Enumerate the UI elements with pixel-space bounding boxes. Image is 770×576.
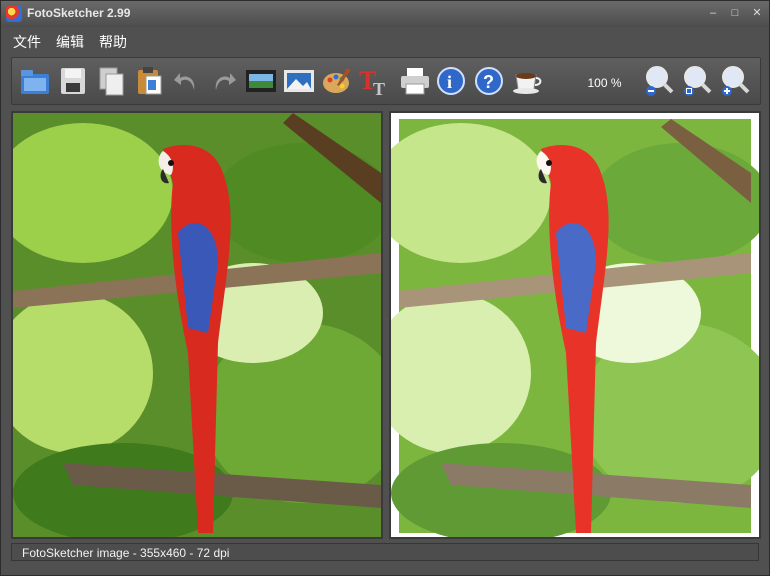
zoom-fit-icon[interactable] <box>680 64 714 98</box>
zoom-out-icon[interactable] <box>642 64 676 98</box>
print-icon[interactable] <box>398 64 432 98</box>
menu-edit[interactable]: 编辑 <box>56 32 84 52</box>
info-icon[interactable]: i <box>434 64 468 98</box>
coffee-icon[interactable] <box>510 64 544 98</box>
sketch-result-pane[interactable] <box>389 111 761 539</box>
undo-icon[interactable] <box>170 64 204 98</box>
status-bar: FotoSketcher image - 355x460 - 72 dpi <box>11 543 759 561</box>
original-parrot-image <box>13 113 381 537</box>
filmstrip-icon[interactable] <box>244 64 278 98</box>
open-folder-icon[interactable] <box>18 64 52 98</box>
app-logo-icon <box>6 6 22 22</box>
toolbar: TT i ? 100 % <box>11 57 761 105</box>
paste-icon[interactable] <box>132 64 166 98</box>
menu-bar: 文件 编辑 帮助 <box>1 28 769 53</box>
help-icon[interactable]: ? <box>472 64 506 98</box>
original-image-pane[interactable] <box>11 111 383 539</box>
svg-text:T: T <box>373 79 385 97</box>
close-button[interactable]: ✕ <box>749 6 765 20</box>
menu-file[interactable]: 文件 <box>13 32 41 52</box>
minimize-button[interactable]: – <box>705 6 721 20</box>
window-title: FotoSketcher 2.99 <box>27 6 131 20</box>
save-icon[interactable] <box>56 64 90 98</box>
redo-icon[interactable] <box>206 64 240 98</box>
sketch-parrot-image <box>391 113 759 537</box>
svg-text:i: i <box>447 72 452 92</box>
text-icon[interactable]: TT <box>356 64 390 98</box>
svg-text:?: ? <box>483 72 494 92</box>
copy-icon[interactable] <box>94 64 128 98</box>
zoom-in-icon[interactable] <box>718 64 752 98</box>
menu-help[interactable]: 帮助 <box>99 32 127 52</box>
palette-icon[interactable] <box>320 64 354 98</box>
zoom-level: 100 % <box>587 76 622 90</box>
app-window: FotoSketcher 2.99 – □ ✕ 文件 编辑 帮助 T T i ?… <box>0 0 770 576</box>
maximize-button[interactable]: □ <box>727 6 743 20</box>
title-bar[interactable]: FotoSketcher 2.99 – □ ✕ <box>1 1 769 27</box>
landscape-icon[interactable] <box>282 64 316 98</box>
